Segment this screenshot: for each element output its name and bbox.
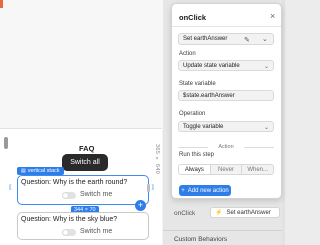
question-text: Question: Why is the earth round? xyxy=(21,179,128,186)
faq-card-earth[interactable]: Question: Why is the earth round? Switch… xyxy=(17,175,149,205)
resize-handle-right[interactable]: ⟧ xyxy=(151,184,157,192)
section-divider-action: Action xyxy=(178,143,274,151)
close-icon[interactable]: × xyxy=(270,11,275,21)
action-select[interactable]: Update state variable ⌄ xyxy=(178,60,274,71)
resize-handle-left[interactable]: ⟦ xyxy=(9,184,15,192)
panel-edge xyxy=(282,0,285,245)
popup-divider xyxy=(172,26,281,27)
bolt-icon: ⚡ xyxy=(215,210,223,216)
action-select-value: Update state variable xyxy=(183,62,240,69)
action-chip[interactable]: Set earthAnswer ✎ ⌄ xyxy=(178,33,274,45)
toggle-label: Switch me xyxy=(80,228,113,235)
chevron-down-icon: ⌄ xyxy=(263,63,269,70)
artboard-scrollbar[interactable] xyxy=(4,137,8,149)
operation-select-value: Toggle variable xyxy=(183,123,224,130)
custom-behaviors-section[interactable]: Custom Behaviors xyxy=(174,236,227,243)
chevron-down-icon[interactable]: ⌄ xyxy=(262,35,268,43)
faq-card-sky[interactable]: Question: Why is the sky blue? Switch me xyxy=(17,212,149,240)
add-new-action-button[interactable]: + Add new action xyxy=(179,185,231,196)
state-variable-value: $state.earthAnswer xyxy=(183,92,235,99)
add-new-action-label: Add new action xyxy=(187,187,229,194)
action-chip-label: Set earthAnswer xyxy=(183,36,228,42)
run-when-option[interactable]: When... xyxy=(242,165,273,174)
selection-marker xyxy=(0,0,3,8)
panel-divider xyxy=(163,230,285,231)
faq-heading[interactable]: FAQ xyxy=(79,144,94,153)
run-step-segmented-control[interactable]: Always Never When... xyxy=(178,164,274,175)
vertical-stack-label: vertical stack xyxy=(27,168,60,174)
onclick-action-value: Set earthAnswer xyxy=(226,209,271,216)
state-variable-field[interactable]: $state.earthAnswer xyxy=(178,90,274,101)
stack-icon: ▤ xyxy=(21,168,26,174)
popup-title: onClick xyxy=(179,13,207,22)
resize-grip-right[interactable] xyxy=(147,184,150,192)
onclick-action-chip[interactable]: ⚡ Set earthAnswer xyxy=(210,207,280,218)
action-label: Action xyxy=(179,51,196,57)
switch-all-button[interactable]: Switch all xyxy=(62,154,108,171)
toggle-label: Switch me xyxy=(80,191,113,198)
toggle-switch[interactable] xyxy=(62,229,76,236)
vertical-stack-tag[interactable]: ▤ vertical stack xyxy=(17,167,64,175)
operation-select[interactable]: Toggle variable ⌄ xyxy=(178,121,274,132)
chevron-down-icon: ⌄ xyxy=(263,124,269,131)
artboard-size-label: 365 × 640 xyxy=(154,144,160,175)
operation-label: Operation xyxy=(179,111,206,117)
onclick-popup: onClick × Set earthAnswer ✎ ⌄ Action Upd… xyxy=(171,3,282,199)
run-step-label: Run this step xyxy=(179,152,215,158)
run-never-option[interactable]: Never xyxy=(211,165,243,174)
plus-icon: + xyxy=(181,187,185,194)
add-element-button[interactable]: + xyxy=(135,200,146,211)
question-text: Question: Why is the sky blue? xyxy=(21,216,118,223)
run-always-option[interactable]: Always xyxy=(179,165,211,174)
onclick-prop-label: onClick xyxy=(174,210,196,217)
canvas-empty-area[interactable] xyxy=(0,0,163,130)
toggle-switch[interactable] xyxy=(62,192,76,199)
edit-icon[interactable]: ✎ xyxy=(244,36,250,44)
state-variable-label: State variable xyxy=(179,81,216,87)
